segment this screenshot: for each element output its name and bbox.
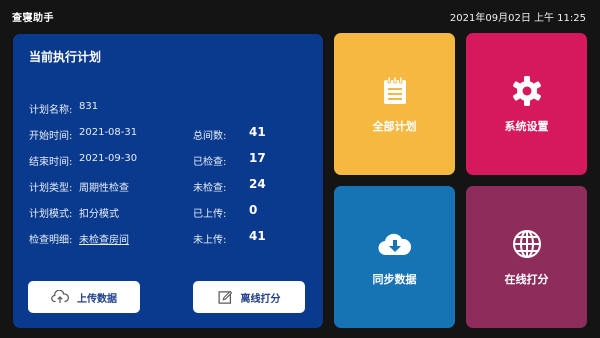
plan-mode-value: 扣分模式 <box>79 209 119 220</box>
offline-score-label: 离线打分 <box>240 293 281 305</box>
sync-data-label: 同步数据 <box>372 273 417 286</box>
notepad-icon <box>383 76 406 104</box>
plan-name-label: 计划名称: <box>29 105 73 116</box>
edit-icon <box>218 290 232 304</box>
end-time-value: 2021-09-30 <box>79 153 138 164</box>
panel-title: 当前执行计划 <box>29 50 102 64</box>
cloud-upload-icon <box>51 290 69 303</box>
plan-type-label: 计划类型: <box>29 183 73 194</box>
start-time-value: 2021-08-31 <box>79 127 138 138</box>
app-title: 查寝助手 <box>12 12 54 24</box>
uploaded-value: 0 <box>249 203 258 217</box>
not-uploaded-value: 41 <box>249 229 266 243</box>
top-bar: 查寝助手 2021年09月02日 上午 11:25 <box>0 0 600 32</box>
check-detail-label: 检查明细: <box>29 235 73 246</box>
start-time-row: 开始时间: 2021-08-31 总间数: 41 <box>29 125 309 143</box>
plan-type-row: 计划类型: 周期性检查 未检查: 24 <box>29 177 309 195</box>
online-score-label: 在线打分 <box>504 273 549 286</box>
system-settings-tile[interactable]: 系统设置 <box>466 33 587 175</box>
sync-data-tile[interactable]: 同步数据 <box>334 186 455 328</box>
system-settings-label: 系统设置 <box>504 120 549 133</box>
gear-icon <box>512 76 541 106</box>
plan-name-value: 831 <box>79 101 99 112</box>
plan-mode-row: 计划模式: 扣分模式 已上传: 0 <box>29 203 309 221</box>
current-plan-panel: 当前执行计划 计划名称: 831 开始时间: 2021-08-31 总间数: 4… <box>13 34 323 328</box>
upload-data-button[interactable]: 上传数据 <box>28 281 140 313</box>
checked-label: 已检查: <box>193 157 227 168</box>
online-score-tile[interactable]: 在线打分 <box>466 186 587 328</box>
unchecked-value: 24 <box>249 177 266 191</box>
uploaded-label: 已上传: <box>193 209 227 220</box>
end-time-row: 结束时间: 2021-09-30 已检查: 17 <box>29 151 309 169</box>
not-uploaded-label: 未上传: <box>193 235 227 246</box>
all-plans-tile[interactable]: 全部计划 <box>334 33 455 175</box>
globe-icon <box>512 230 541 258</box>
total-rooms-label: 总间数: <box>193 131 227 142</box>
unchecked-rooms-link[interactable]: 未检查房间 <box>79 231 129 246</box>
start-time-label: 开始时间: <box>29 131 73 142</box>
unchecked-label: 未检查: <box>193 183 227 194</box>
check-detail-row: 检查明细: 未检查房间 未上传: 41 <box>29 229 309 247</box>
upload-data-label: 上传数据 <box>77 293 117 305</box>
end-time-label: 结束时间: <box>29 157 73 168</box>
all-plans-label: 全部计划 <box>372 120 417 133</box>
offline-score-button[interactable]: 离线打分 <box>193 281 305 313</box>
total-rooms-value: 41 <box>249 125 266 139</box>
cloud-download-icon <box>377 233 411 256</box>
plan-name-row: 计划名称: 831 <box>29 101 309 117</box>
plan-type-value: 周期性检查 <box>79 183 129 194</box>
datetime: 2021年09月02日 上午 11:25 <box>449 12 586 24</box>
checked-value: 17 <box>249 151 266 165</box>
plan-mode-label: 计划模式: <box>29 209 73 220</box>
